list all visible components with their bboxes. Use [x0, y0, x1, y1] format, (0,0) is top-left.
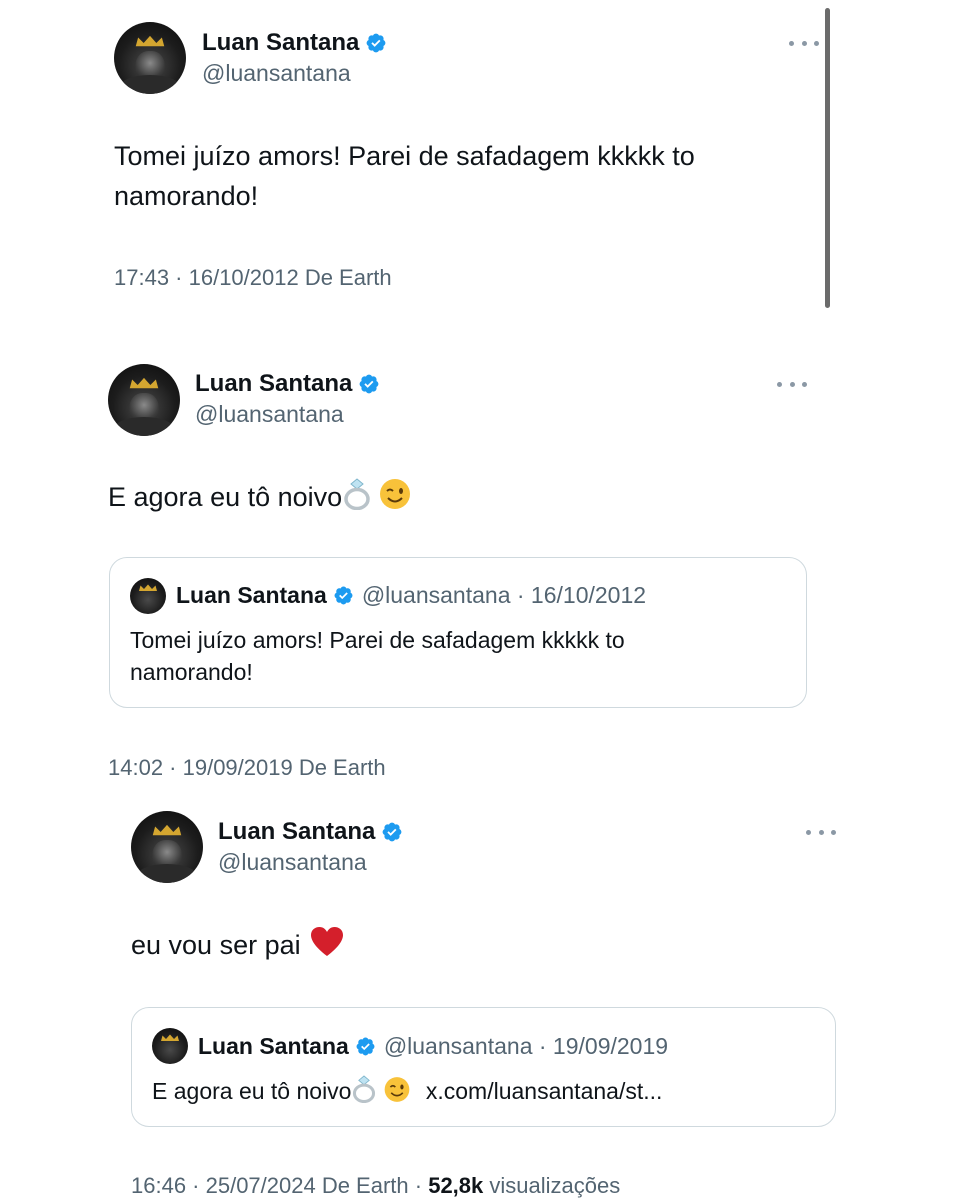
crown-icon — [135, 35, 165, 47]
verified-badge-icon — [366, 33, 386, 53]
quoted-text-line: Tomei juízo amors! Parei de safadagem kk… — [130, 627, 625, 653]
author-row: Luan Santana — [202, 29, 387, 57]
quoted-text-line: namorando! — [130, 659, 253, 685]
quoted-tweet[interactable]: Luan Santana @luansantana · 19/09/2019 E… — [131, 1007, 836, 1127]
quoted-text-content: E agora eu tô noivo — [152, 1078, 352, 1104]
quoted-display-name: Luan Santana — [176, 582, 327, 608]
tweet-text-line: Tomei juízo amors! Parei de safadagem kk… — [114, 141, 695, 171]
author-row: Luan Santana — [195, 370, 380, 398]
author-row: Luan Santana — [218, 818, 403, 846]
tweet-meta[interactable]: 14:02 · 19/09/2019 De Earth — [108, 755, 386, 781]
quoted-header: Luan Santana @luansantana · 19/09/2019 — [198, 1033, 668, 1060]
more-options-icon[interactable] — [789, 38, 819, 48]
quoted-avatar — [130, 578, 166, 614]
quoted-text: Tomei juízo amors! Parei de safadagem kk… — [130, 624, 625, 688]
more-options-icon[interactable] — [777, 379, 807, 389]
screenshot-canvas: Luan Santana @luansantana Tomei juízo am… — [0, 0, 967, 1200]
tweet-text: eu vou ser pai — [131, 925, 345, 965]
handle[interactable]: @luansantana — [195, 401, 344, 428]
tweet-meta[interactable]: 17:43 · 16/10/2012 De Earth — [114, 265, 392, 291]
ring-emoji — [344, 478, 370, 510]
verified-badge-icon — [382, 822, 402, 842]
verified-badge-icon — [334, 586, 353, 605]
verified-badge-icon — [359, 374, 379, 394]
red-heart-emoji — [310, 927, 343, 956]
quoted-handle-date: @luansantana · 16/10/2012 — [361, 582, 647, 608]
quoted-handle-date: @luansantana · 19/09/2019 — [383, 1033, 669, 1059]
ring-emoji — [353, 1075, 376, 1103]
quoted-avatar — [152, 1028, 188, 1064]
winking-face-emoji — [380, 479, 411, 509]
tweet-text: Tomei juízo amors! Parei de safadagem kk… — [114, 136, 695, 216]
quoted-display-name: Luan Santana — [198, 1033, 349, 1059]
display-name[interactable]: Luan Santana — [202, 29, 359, 57]
avatar[interactable] — [114, 22, 186, 94]
avatar[interactable] — [108, 364, 180, 436]
quoted-tweet[interactable]: Luan Santana @luansantana · 16/10/2012 T… — [109, 557, 807, 708]
verified-badge-icon — [356, 1037, 375, 1056]
winking-face-emoji — [385, 1077, 410, 1102]
tweet-3[interactable]: Luan Santana @luansantana eu vou ser pai… — [0, 800, 967, 1200]
tweet-text-content: E agora eu tô noivo — [108, 482, 343, 512]
crown-icon — [129, 377, 159, 389]
tweet-text-content: eu vou ser pai — [131, 930, 301, 960]
views-count: 52,8k — [428, 1173, 484, 1198]
handle[interactable]: @luansantana — [218, 849, 367, 876]
more-options-icon[interactable] — [806, 827, 836, 837]
tweet-text-line: namorando! — [114, 181, 259, 211]
views-label: visualizações — [483, 1173, 621, 1198]
quoted-text: E agora eu tô noivo x.com/luansantana/st… — [152, 1075, 662, 1107]
tweet-2[interactable]: Luan Santana @luansantana E agora eu tô … — [0, 340, 967, 800]
display-name[interactable]: Luan Santana — [218, 818, 375, 846]
avatar[interactable] — [131, 811, 203, 883]
crown-icon — [161, 1034, 179, 1041]
display-name[interactable]: Luan Santana — [195, 370, 352, 398]
tweet-text: E agora eu tô noivo — [108, 477, 412, 517]
crown-icon — [139, 584, 157, 591]
avatar-shoulders — [119, 75, 181, 94]
tweet-meta[interactable]: 16:46 · 25/07/2024 De Earth · 52,8k visu… — [131, 1173, 620, 1199]
tweet-1[interactable]: Luan Santana @luansantana Tomei juízo am… — [0, 0, 967, 320]
tweet-meta-timestamp: 16:46 · 25/07/2024 De Earth · — [131, 1173, 429, 1198]
quoted-header: Luan Santana @luansantana · 16/10/2012 — [176, 582, 646, 609]
handle[interactable]: @luansantana — [202, 60, 351, 87]
avatar-shoulders — [113, 417, 175, 436]
crown-icon — [152, 824, 182, 836]
avatar-shoulders — [136, 864, 198, 883]
quoted-link[interactable]: x.com/luansantana/st... — [426, 1078, 663, 1104]
